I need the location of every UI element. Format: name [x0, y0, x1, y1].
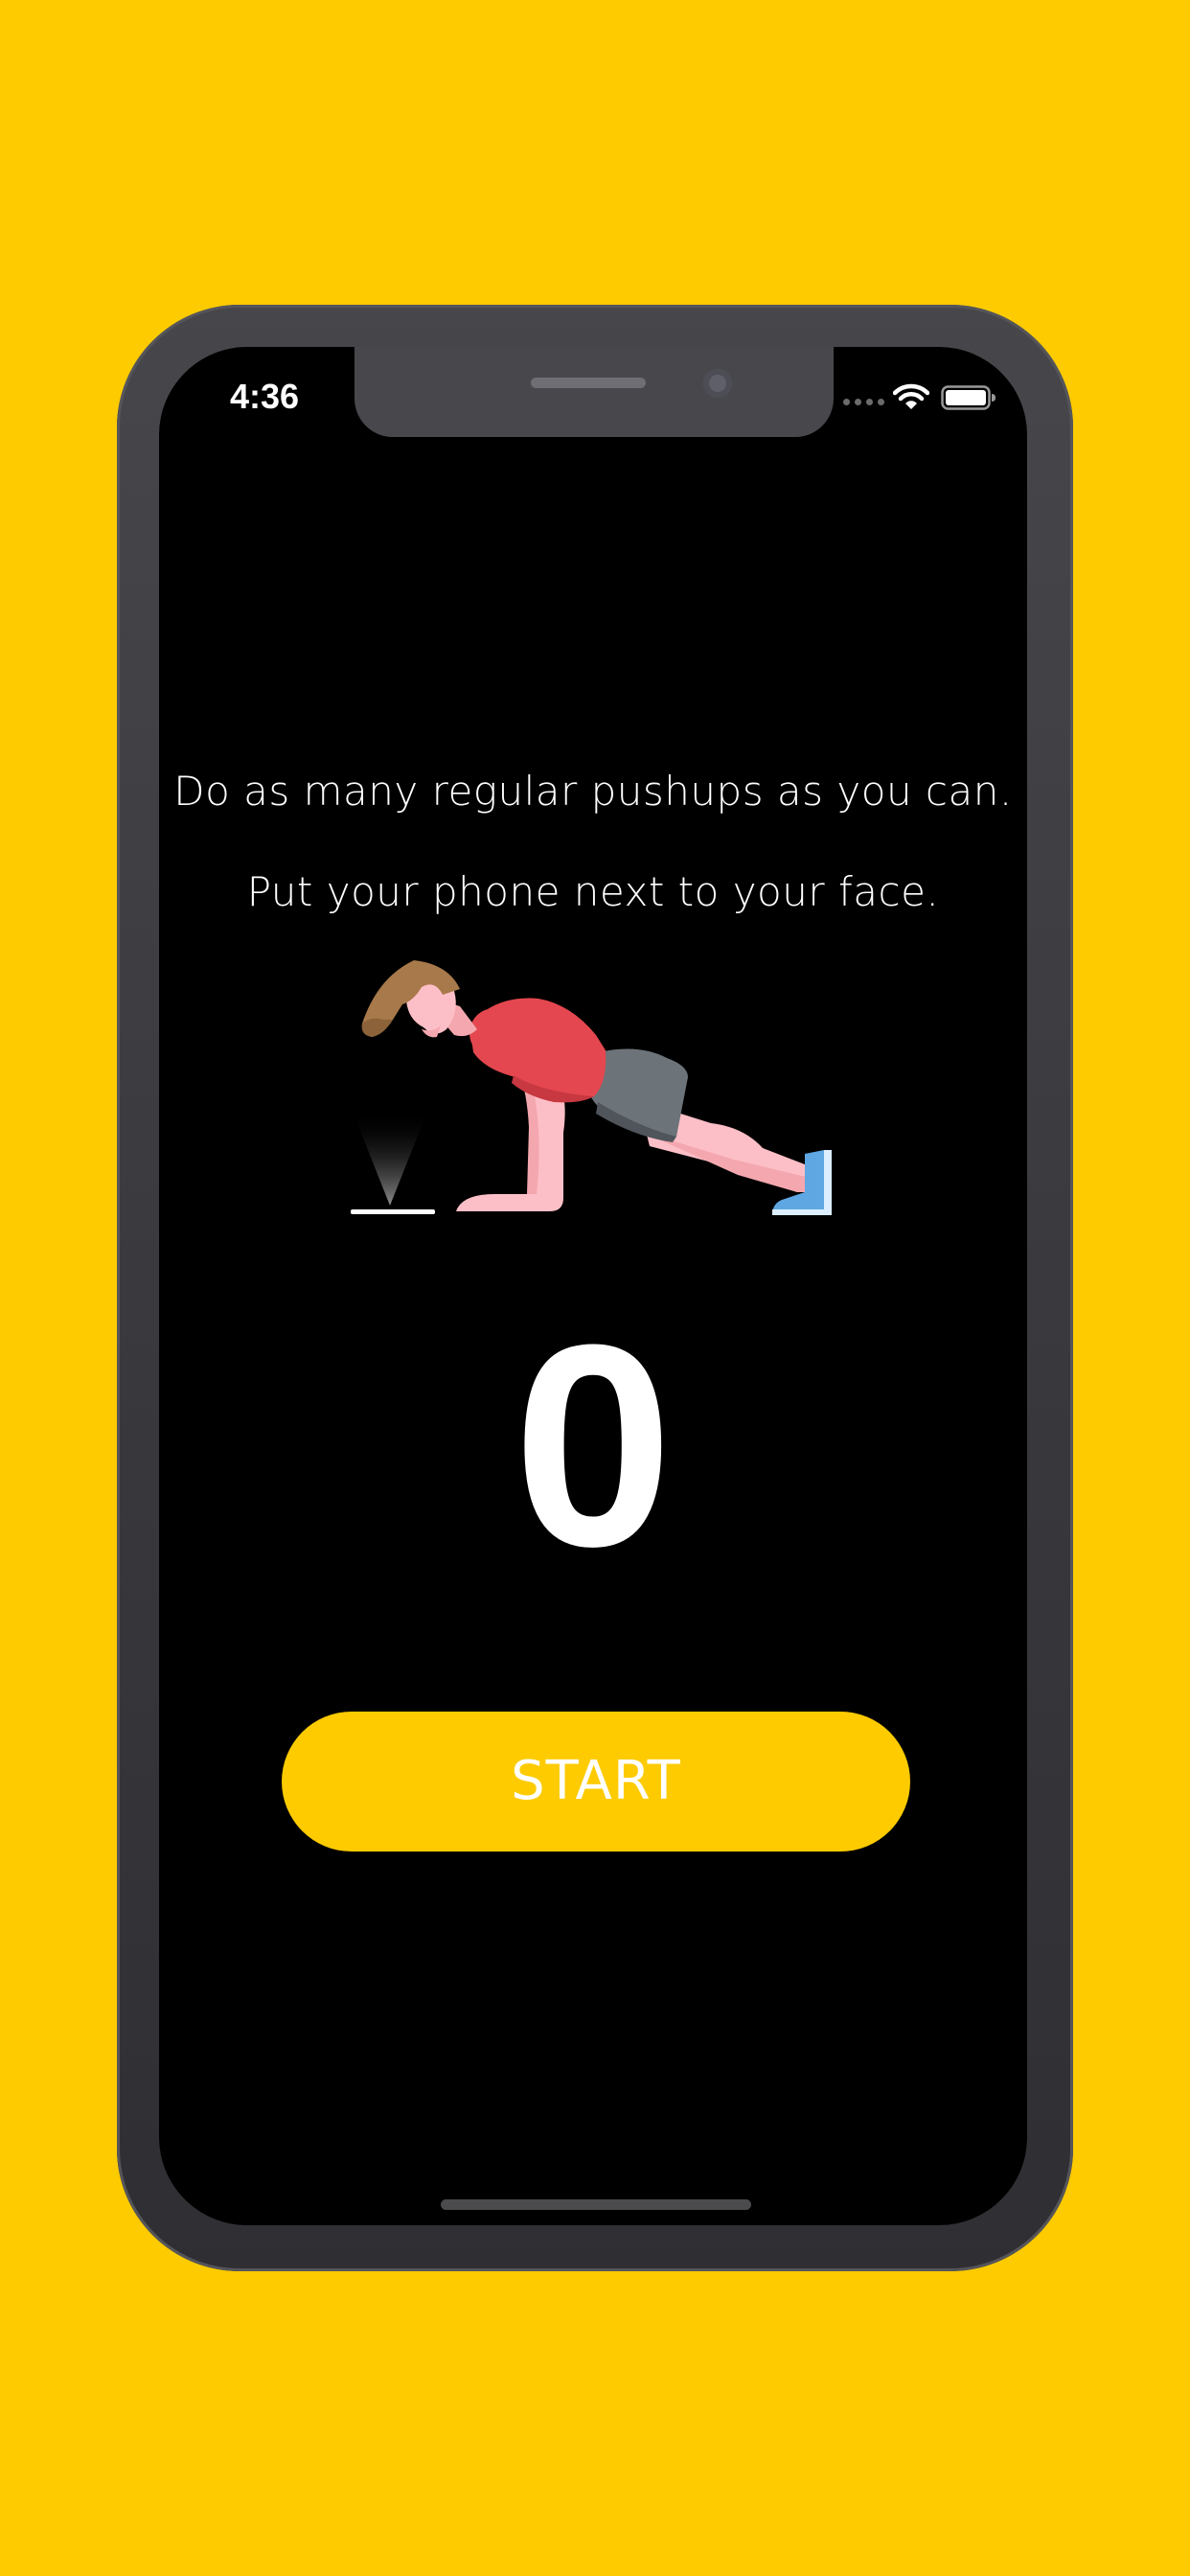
battery-icon [941, 385, 995, 410]
pushup-illustration-icon [351, 960, 832, 1215]
pushup-counter: 0 [513, 1284, 674, 1606]
phone-notch [355, 347, 834, 437]
status-time: 4:36 [230, 377, 300, 416]
speaker-grille [531, 378, 646, 388]
instruction-text-2: Put your phone next to your face. [246, 868, 940, 915]
wifi-icon [893, 383, 929, 409]
home-indicator[interactable] [441, 2199, 751, 2210]
start-button[interactable]: START [282, 1712, 910, 1852]
instruction-text-1: Do as many regular pushups as you can. [173, 768, 1013, 815]
signal-dots-icon [843, 399, 884, 405]
front-camera [703, 369, 732, 398]
